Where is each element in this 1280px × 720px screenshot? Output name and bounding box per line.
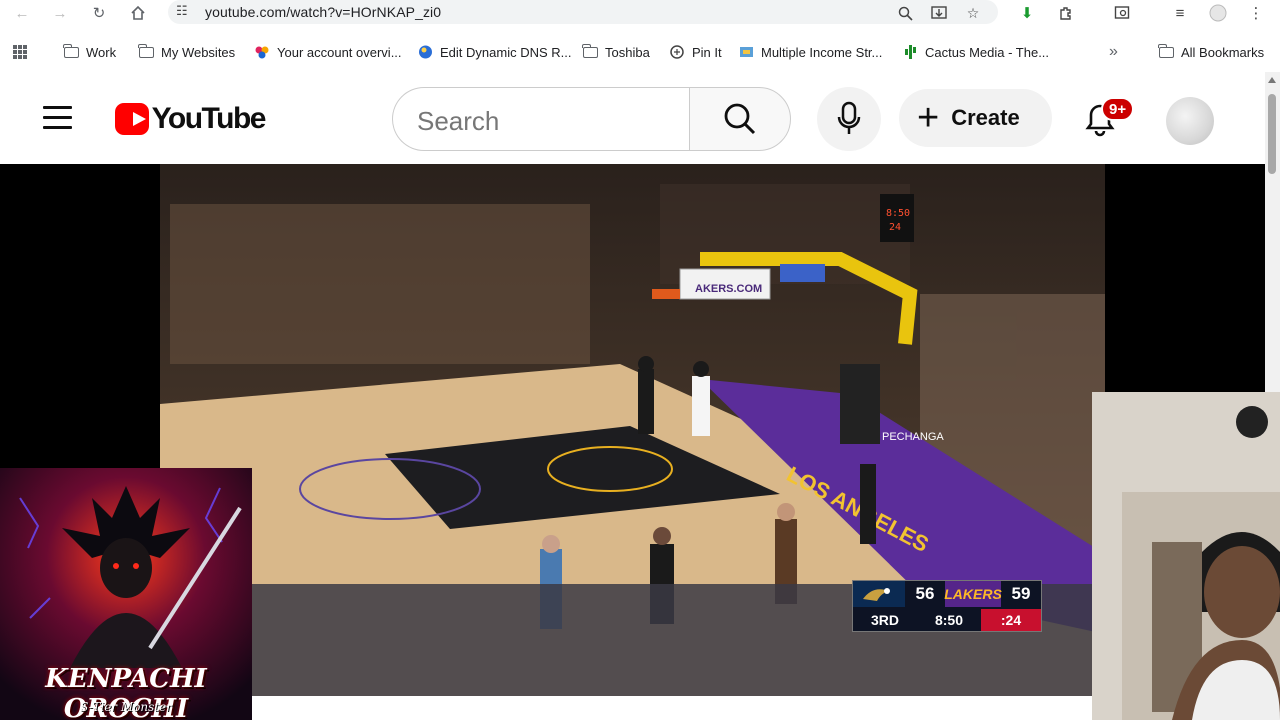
bookmark-toshiba[interactable]: Toshiba bbox=[581, 42, 650, 62]
webcam-overlay bbox=[1092, 392, 1280, 720]
below-video-area bbox=[252, 696, 1092, 720]
bookmark-label: Cactus Media - The... bbox=[925, 44, 1050, 60]
browser-toolbar: ← → ↻ ☷ youtube.com/watch?v=HOrNKAP_zi0 … bbox=[0, 0, 1280, 26]
forward-icon[interactable]: → bbox=[50, 3, 70, 23]
youtube-header: YouTube Search + Create 9+ bbox=[0, 72, 1265, 164]
play-logo-icon bbox=[115, 103, 149, 135]
menu-icon[interactable]: ⋮ bbox=[1245, 2, 1267, 24]
profile-icon[interactable] bbox=[1207, 2, 1229, 24]
notification-badge: 9+ bbox=[1101, 97, 1135, 121]
search-icon bbox=[724, 103, 756, 135]
voice-search-button[interactable] bbox=[817, 87, 881, 151]
bookmark-multiple-income[interactable]: Multiple Income Str... bbox=[738, 42, 882, 62]
create-label: Create bbox=[951, 105, 1020, 130]
bookmark-my-websites[interactable]: My Websites bbox=[137, 42, 236, 62]
bookmark-label: Edit Dynamic DNS R... bbox=[440, 44, 572, 60]
svg-text:AKERS.COM: AKERS.COM bbox=[695, 283, 762, 295]
plus-icon: + bbox=[917, 97, 940, 139]
bookmark-label: My Websites bbox=[161, 44, 236, 60]
back-icon[interactable]: ← bbox=[12, 3, 32, 23]
bookmark-label: Work bbox=[86, 44, 117, 60]
svg-text:PECHANGA: PECHANGA bbox=[882, 431, 944, 443]
bookmark-account[interactable]: Your account overvi... bbox=[254, 42, 402, 62]
bookmark-dns[interactable]: Edit Dynamic DNS R... bbox=[417, 42, 571, 62]
reload-icon[interactable]: ↻ bbox=[89, 3, 109, 23]
download-icon[interactable]: ⬇ bbox=[1016, 2, 1038, 24]
folder-icon bbox=[137, 43, 154, 59]
bookmark-pin-it[interactable]: Pin It bbox=[669, 42, 722, 62]
star-icon[interactable]: ☆ bbox=[963, 3, 983, 23]
period-label: 3RD bbox=[870, 612, 899, 628]
bookmark-label: Toshiba bbox=[605, 44, 650, 60]
bookmark-label: Pin It bbox=[692, 44, 722, 60]
create-button[interactable]: + Create bbox=[899, 89, 1052, 147]
bookmark-label: Multiple Income Str... bbox=[761, 44, 883, 60]
cast-icon[interactable] bbox=[929, 3, 949, 23]
site-info-icon[interactable]: ☷ bbox=[176, 3, 188, 19]
account-icon bbox=[254, 45, 270, 59]
scoreboard-overlay: 56 LAKERS 59 3RD 8:50 :24 bbox=[852, 580, 1042, 632]
home-score: 56 bbox=[915, 584, 935, 603]
streamer-webcam-feed bbox=[1092, 392, 1280, 720]
extensions-icon[interactable] bbox=[1055, 2, 1077, 24]
apps-icon[interactable] bbox=[12, 42, 28, 62]
channel-art-subtitle: S-Tier Monster bbox=[80, 700, 172, 714]
pin-icon bbox=[669, 45, 685, 59]
logo-text: YouTube bbox=[151, 102, 267, 135]
folder-icon bbox=[1157, 43, 1174, 59]
pelicans-logo-icon bbox=[853, 581, 905, 607]
search-input[interactable]: Search bbox=[392, 87, 690, 151]
address-bar[interactable]: ☷ youtube.com/watch?v=HOrNKAP_zi0 ☆ bbox=[168, 0, 998, 24]
svg-text:24: 24 bbox=[889, 222, 901, 233]
media-icon[interactable]: ≡ bbox=[1169, 2, 1191, 24]
bookmarks-bar: Work My Websites Your account overvi... … bbox=[0, 38, 1280, 64]
all-bookmarks-label: All Bookmarks bbox=[1181, 44, 1265, 60]
youtube-logo[interactable]: YouTube bbox=[115, 102, 267, 135]
all-bookmarks-folder[interactable]: All Bookmarks bbox=[1157, 42, 1265, 62]
cactus-icon bbox=[902, 45, 918, 59]
scroll-up-icon[interactable] bbox=[1268, 77, 1276, 83]
shot-clock: :24 bbox=[981, 609, 1041, 631]
search-button[interactable] bbox=[689, 87, 791, 151]
game-clock: 8:50 bbox=[934, 612, 964, 628]
more-bookmarks-chevron-icon[interactable]: » bbox=[1109, 42, 1118, 62]
away-team-label: LAKERS bbox=[944, 581, 1002, 607]
away-score: 59 bbox=[1011, 584, 1031, 603]
channel-art-overlay: KENPACHI OROCHI S-Tier Monster bbox=[0, 468, 252, 720]
scrollbar-thumb[interactable] bbox=[1268, 94, 1276, 174]
svg-text:8:50: 8:50 bbox=[886, 208, 910, 219]
income-icon bbox=[738, 45, 754, 59]
reading-icon[interactable] bbox=[1111, 2, 1133, 24]
bookmark-label: Your account overvi... bbox=[277, 44, 402, 60]
zoom-icon[interactable] bbox=[895, 3, 915, 23]
bookmark-cactus-media[interactable]: Cactus Media - The... bbox=[902, 42, 1049, 62]
home-icon[interactable] bbox=[128, 3, 148, 23]
avatar[interactable] bbox=[1166, 97, 1214, 145]
search-placeholder: Search bbox=[417, 106, 500, 136]
folder-icon bbox=[62, 43, 79, 59]
folder-icon bbox=[581, 43, 598, 59]
dns-icon bbox=[417, 45, 433, 59]
bookmark-work[interactable]: Work bbox=[62, 42, 117, 62]
microphone-icon bbox=[837, 101, 861, 134]
hamburger-menu-icon[interactable] bbox=[43, 106, 72, 130]
url-text: youtube.com/watch?v=HOrNKAP_zi0 bbox=[205, 4, 442, 20]
